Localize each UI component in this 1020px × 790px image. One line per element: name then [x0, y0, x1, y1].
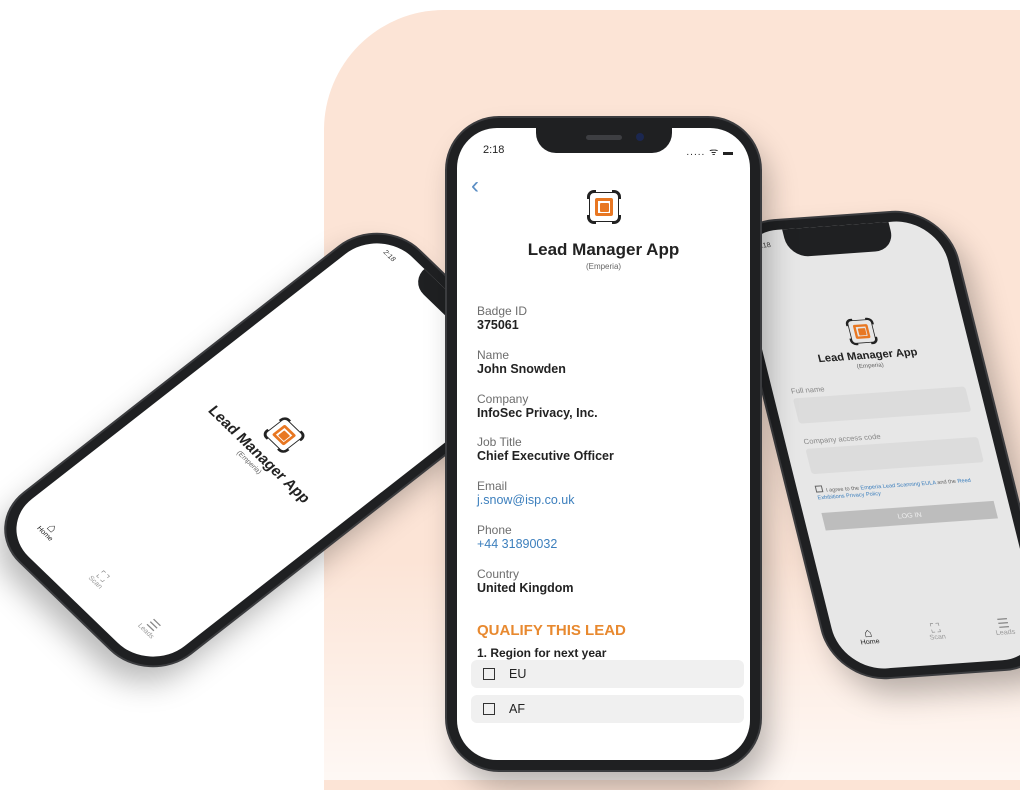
center-phone-screen: 2:18 ..... ᯤ ▬ ‹ Lead Manager App (Emper… [457, 128, 750, 760]
left-app-subtitle: (Emperia) [234, 449, 263, 476]
field-email: Email j.snow@isp.co.uk [477, 479, 736, 508]
right-full-name-label: Full name [789, 384, 826, 396]
field-label: Job Title [477, 435, 522, 449]
right-tab-leads[interactable]: ☰ Leads [992, 615, 1017, 637]
center-phone: 2:18 ..... ᯤ ▬ ‹ Lead Manager App (Emper… [447, 118, 760, 770]
field-value: John Snowden [477, 362, 566, 376]
field-value: 375061 [477, 318, 519, 332]
app-subtitle: (Emperia) [585, 262, 622, 271]
left-splash: Lead Manager App (Emperia) [150, 351, 374, 554]
email-link[interactable]: j.snow@isp.co.uk [477, 493, 736, 508]
back-button[interactable]: ‹ [471, 174, 479, 198]
checkbox-icon [483, 703, 495, 715]
right-phone-notch [781, 221, 896, 258]
right-tab-leads-label: Leads [995, 628, 1017, 637]
status-time: 2:18 [483, 144, 505, 156]
question-1: 1. Region for next year [477, 646, 607, 660]
field-label: Badge ID [477, 304, 528, 318]
left-tab-scan[interactable]: ⛶ Scan [86, 567, 113, 591]
right-tab-home[interactable]: ⌂ Home [857, 625, 881, 647]
agree-terms-text: I agree to the Emperia Lead Scanning EUL… [814, 474, 991, 503]
qualify-heading: QUALIFY THIS LEAD [477, 622, 626, 639]
field-company: Company InfoSec Privacy, Inc. [477, 392, 736, 421]
field-value: InfoSec Privacy, Inc. [477, 406, 598, 420]
right-tab-home-label: Home [859, 638, 881, 647]
left-tab-bar: ⌂ Home ⛶ Scan ☰ Leads [8, 493, 192, 665]
option-eu[interactable]: EU [471, 660, 744, 688]
home-icon: ⌂ [861, 625, 874, 641]
status-icons: ..... ᯤ ▬ [686, 147, 734, 158]
field-label: Phone [477, 523, 512, 537]
right-tab-scan[interactable]: ⛶ Scan [926, 620, 947, 642]
login-button[interactable]: LOG IN [821, 500, 998, 531]
left-app-title: Lead Manager App [204, 402, 314, 507]
field-badge-id: Badge ID 375061 [477, 304, 736, 333]
speaker-grille [585, 135, 622, 140]
right-tab-scan-label: Scan [928, 633, 947, 642]
checkbox-icon [483, 668, 495, 680]
agree-checkbox[interactable] [814, 485, 824, 493]
field-label: Name [477, 348, 510, 362]
option-af[interactable]: AF [471, 695, 744, 723]
field-country: Country United Kingdom [477, 567, 736, 596]
center-phone-notch [535, 128, 672, 153]
front-camera [635, 133, 644, 141]
app-logo-icon [583, 187, 624, 227]
eula-link[interactable]: Emperia Lead Scanning EULA [860, 480, 937, 491]
field-label: Country [477, 567, 520, 581]
field-value: United Kingdom [477, 581, 574, 595]
field-value: Chief Executive Officer [477, 449, 614, 463]
field-label: Company [477, 392, 529, 406]
app-logo-icon [843, 315, 880, 348]
agree-mid: and the [936, 478, 957, 487]
left-status-time: 2:18 [381, 249, 397, 264]
option-label: AF [509, 702, 525, 716]
option-label: EU [509, 667, 527, 681]
field-job-title: Job Title Chief Executive Officer [477, 435, 736, 464]
app-title: Lead Manager App [527, 240, 680, 259]
field-phone: Phone +44 31890032 [477, 523, 736, 552]
chevron-left-icon: ‹ [471, 172, 479, 199]
app-logo-icon [260, 414, 308, 456]
list-icon: ☰ [995, 615, 1011, 631]
scan-icon: ⛶ [928, 620, 942, 636]
right-tab-bar: ⌂ Home ⛶ Scan ☰ Leads [829, 605, 1020, 658]
left-tab-home[interactable]: ⌂ Home [35, 517, 64, 542]
phone-link[interactable]: +44 31890032 [477, 537, 736, 552]
field-name: Name John Snowden [477, 348, 736, 377]
left-tab-leads[interactable]: ☰ Leads [136, 615, 166, 640]
field-label: Email [477, 479, 508, 493]
